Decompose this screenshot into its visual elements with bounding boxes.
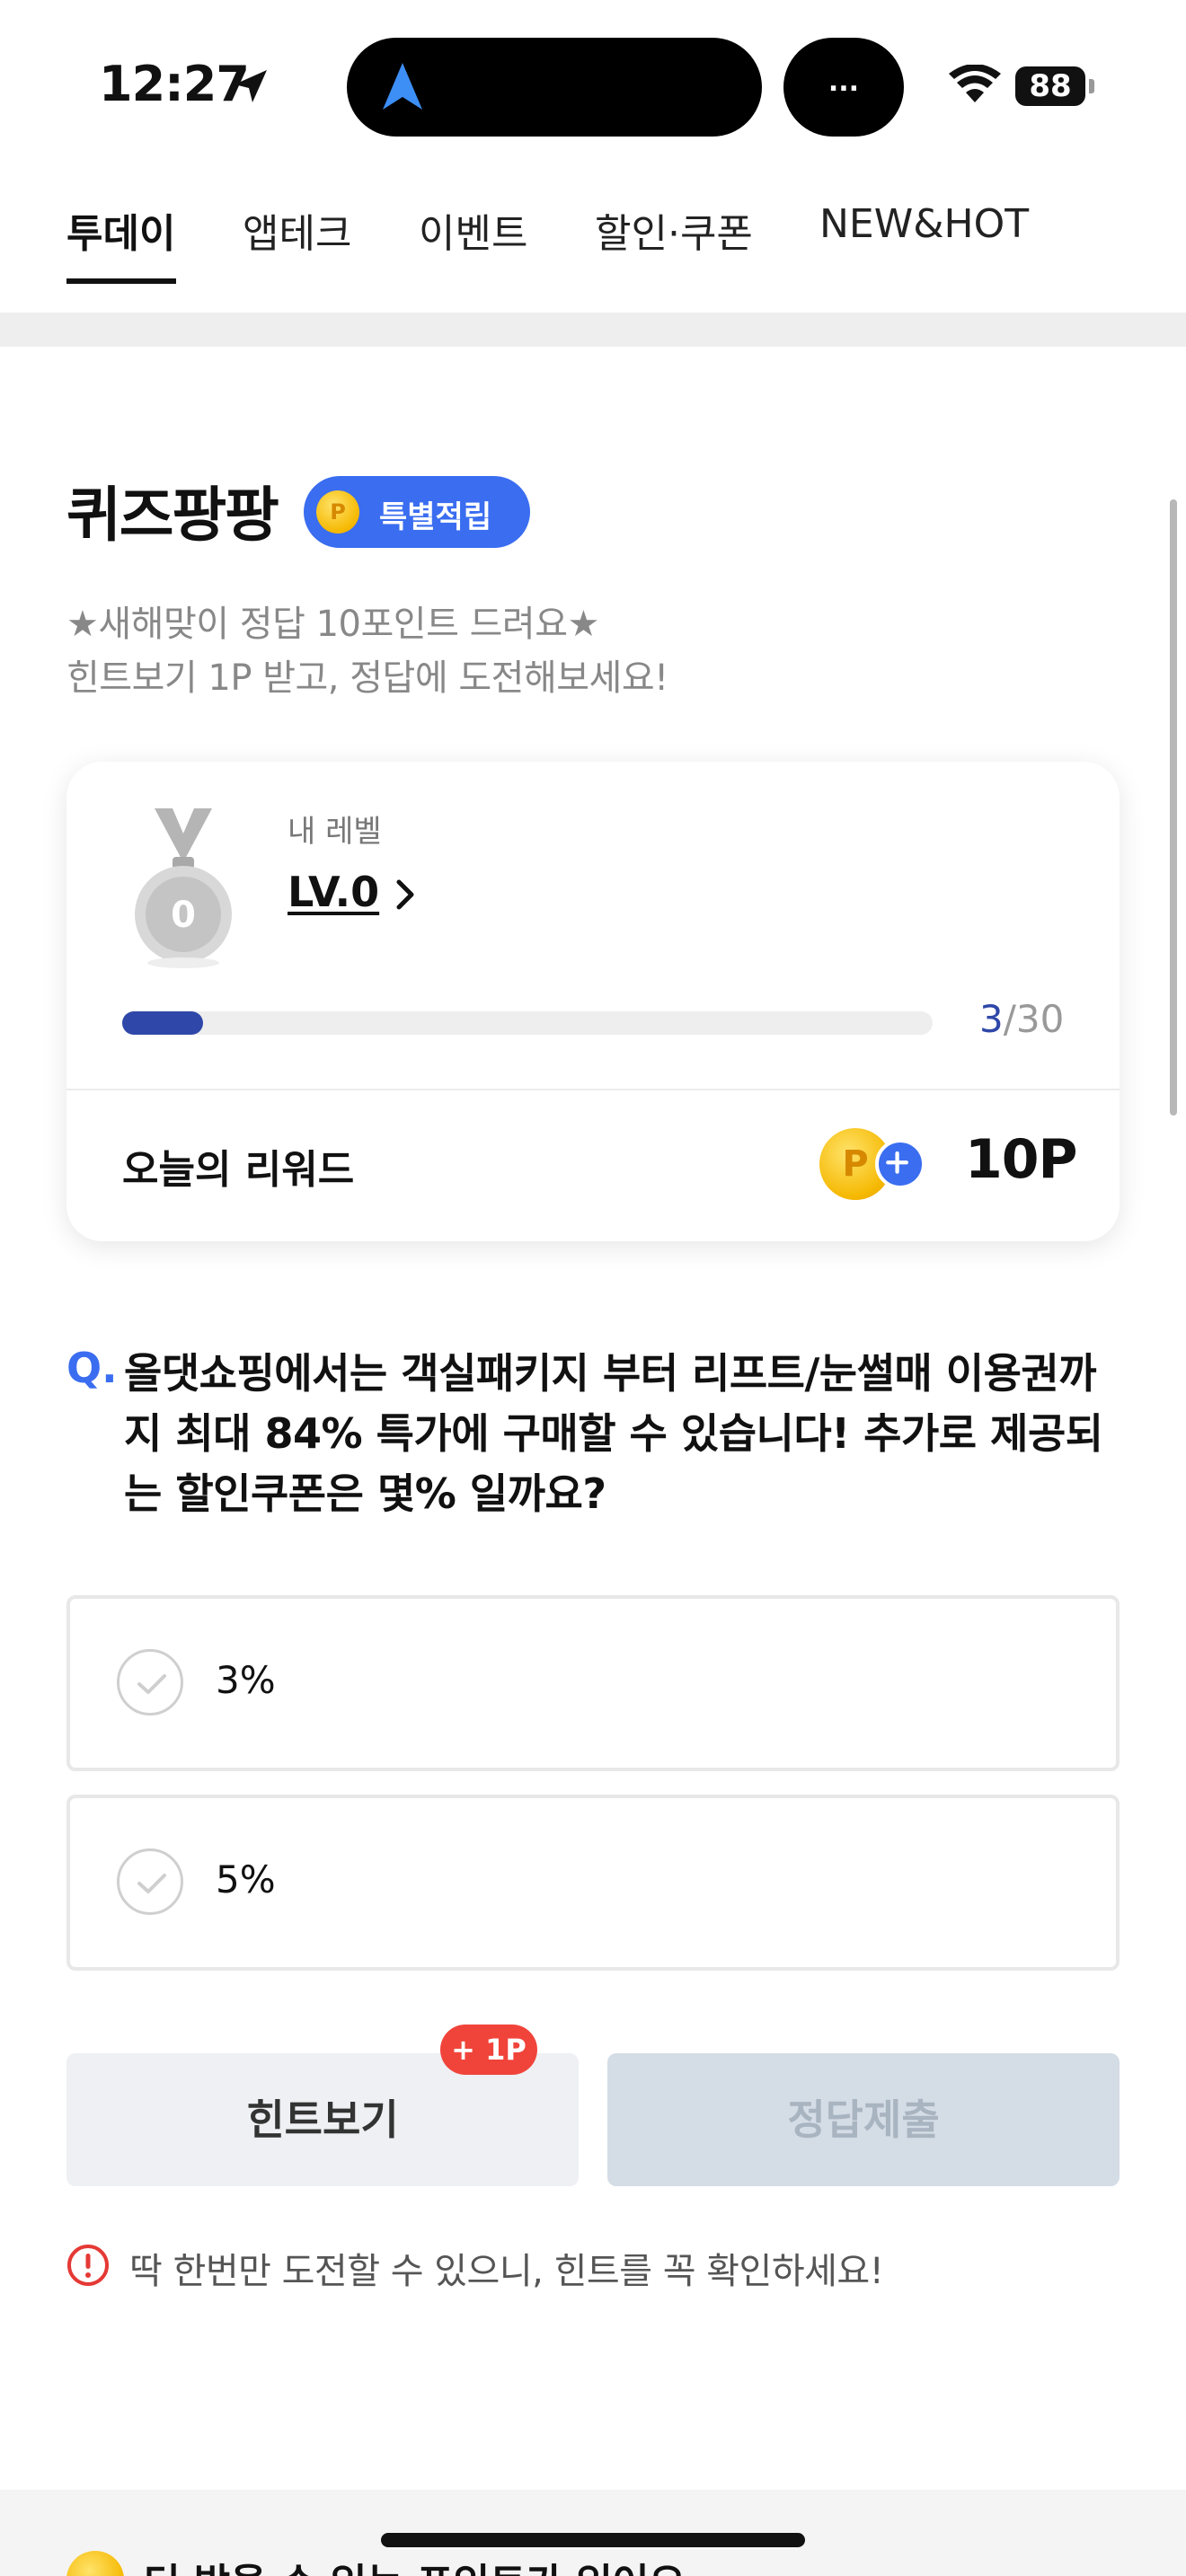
answer-option-1[interactable]: 3% — [66, 1595, 1120, 1771]
level-progress-bar — [122, 1011, 933, 1035]
wifi-icon — [949, 65, 1001, 102]
medal-number: 0 — [171, 895, 196, 936]
option-label: 3% — [216, 1658, 276, 1702]
option-check-circle[interactable] — [117, 1848, 183, 1915]
bottom-section-title[interactable]: 더 받을 수 있는 포인트가 있어요 — [144, 2551, 686, 2576]
level-label: 내 레벨 — [288, 814, 382, 850]
question-text: 올댓쇼핑에서는 객실패키지 부터 리프트/눈썰매 이용권까지 최대 84% 특가… — [124, 1349, 1103, 1518]
battery-indicator: 88 — [1015, 66, 1085, 106]
progress-current: 3 — [979, 997, 1004, 1041]
level-card: 0 내 레벨 LV.0 3/30 오늘의 리워드 P 10P — [66, 762, 1120, 1241]
chevron-right-icon[interactable] — [392, 877, 419, 913]
notice-text: 딱 한번만 도전할 수 있으니, 힌트를 꼭 확인하세요! — [129, 2251, 884, 2292]
medal-icon: 0 — [135, 808, 232, 968]
today-reward-value: 10P — [965, 1128, 1077, 1191]
active-tab-indicator — [66, 278, 176, 284]
tab-discount-coupon[interactable]: 할인·쿠폰 — [595, 201, 753, 259]
quiz-description-line1: ★새해맞이 정답 10포인트 드려요★ — [66, 604, 599, 645]
point-coin-icon: P — [316, 490, 359, 534]
level-progress-fill — [122, 1011, 203, 1035]
category-tabs: 투데이 앱테크 이벤트 할인·쿠폰 NEW&HOT — [0, 180, 1186, 287]
battery-tip — [1089, 79, 1094, 93]
option-check-circle[interactable] — [117, 1649, 183, 1716]
status-bar: 12:27 ... 88 — [0, 0, 1186, 171]
check-icon — [137, 1674, 166, 1694]
tab-event[interactable]: 이벤트 — [419, 201, 527, 259]
special-reward-badge: P 특별적립 — [304, 476, 530, 548]
scrollbar[interactable] — [1170, 499, 1177, 1116]
warning-icon — [67, 2245, 109, 2286]
navigation-arrow-icon — [383, 63, 422, 110]
home-indicator[interactable] — [381, 2533, 805, 2547]
level-progress-text: 3/30 — [979, 997, 1064, 1041]
tab-apptech[interactable]: 앱테크 — [243, 201, 351, 259]
tab-today[interactable]: 투데이 — [66, 201, 175, 259]
check-icon — [137, 1874, 166, 1893]
status-time: 12:27 — [99, 56, 250, 112]
progress-total: /30 — [1003, 997, 1065, 1041]
today-reward-label: 오늘의 리워드 — [122, 1147, 355, 1193]
option-label: 5% — [216, 1857, 276, 1901]
quiz-title: 퀴즈팡팡 — [66, 481, 279, 550]
tab-new-hot[interactable]: NEW&HOT — [819, 201, 1029, 247]
answer-option-2[interactable]: 5% — [66, 1795, 1120, 1971]
question-prefix: Q. — [66, 1344, 118, 1392]
location-arrow-icon — [235, 70, 267, 102]
plus-icon — [875, 1139, 925, 1189]
dynamic-island-navigation[interactable] — [347, 38, 762, 137]
submit-answer-button[interactable]: 정답제출 — [607, 2053, 1120, 2186]
level-value-link[interactable]: LV.0 — [288, 868, 379, 916]
badge-label: 특별적립 — [379, 499, 492, 535]
hint-point-badge: + 1P — [440, 2025, 537, 2075]
card-divider — [66, 1089, 1120, 1090]
dynamic-island-more[interactable]: ... — [783, 38, 904, 137]
quiz-description-line2: 힌트보기 1P 받고, 정답에 도전해보세요! — [66, 657, 668, 699]
section-divider — [0, 313, 1186, 347]
